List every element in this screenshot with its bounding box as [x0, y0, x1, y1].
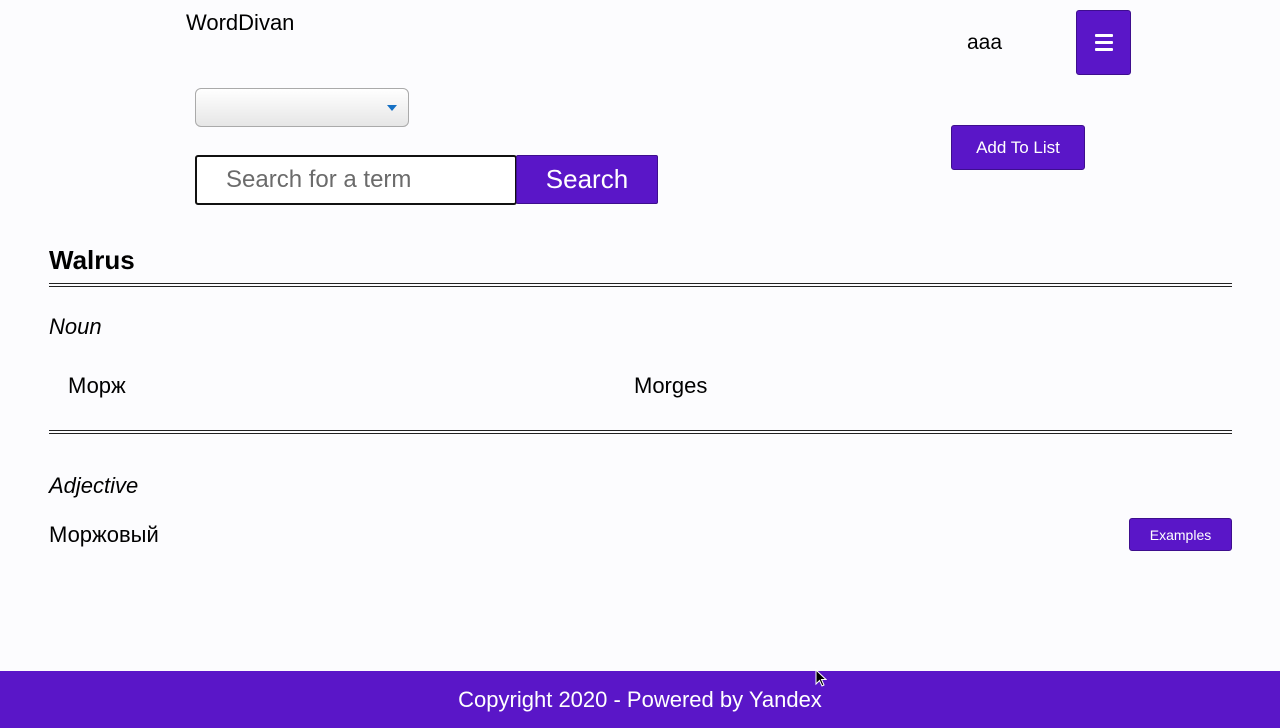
examples-button[interactable]: Examples: [1129, 518, 1232, 551]
part-of-speech-noun: Noun: [49, 314, 102, 339]
divider: [49, 430, 1232, 434]
search-input[interactable]: [195, 155, 517, 205]
part-of-speech-adjective: Adjective: [49, 473, 139, 498]
username[interactable]: aaa: [967, 31, 1002, 55]
divider: [49, 283, 1232, 287]
mouse-cursor-icon: [815, 669, 827, 687]
menu-button[interactable]: [1076, 10, 1131, 75]
footer-text: Copyright 2020 - Powered by Yandex: [458, 686, 822, 712]
language-select[interactable]: [195, 88, 409, 127]
word-title: Walrus: [49, 245, 135, 275]
hamburger-menu-icon: [1094, 34, 1113, 51]
caret-down-icon: [387, 105, 397, 111]
translation: Моржовый: [49, 522, 159, 547]
add-to-list-button[interactable]: Add To List: [951, 125, 1085, 170]
brand-logo[interactable]: WordDivan: [186, 10, 294, 36]
search-button[interactable]: Search: [516, 155, 658, 204]
footer: Copyright 2020 - Powered by Yandex: [0, 671, 1280, 728]
translation: Морж: [68, 373, 126, 398]
page: WordDivan aaa Search Add To List Walrus …: [0, 0, 1280, 728]
transliteration: Morges: [634, 373, 708, 398]
